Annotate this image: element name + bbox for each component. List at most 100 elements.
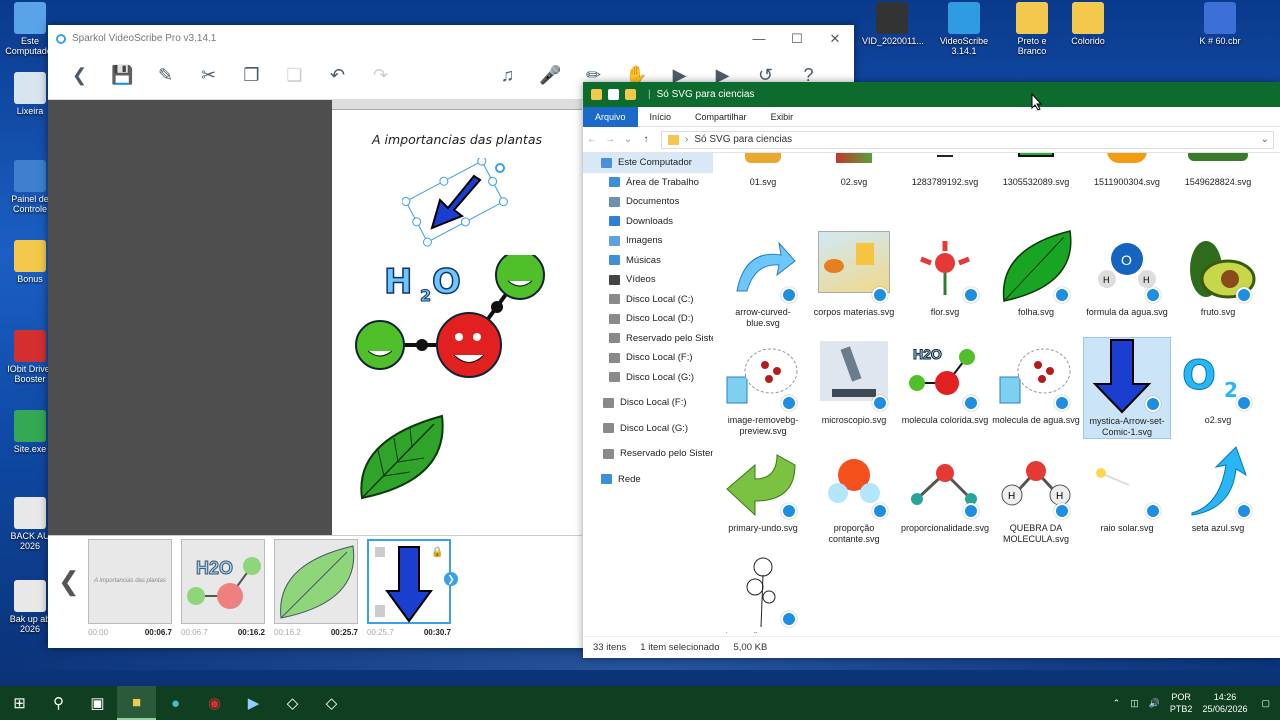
save-icon[interactable]: 💾	[101, 65, 144, 86]
videoscribe-taskbar-icon[interactable]: ▶	[234, 686, 273, 720]
clock[interactable]: 14:26 25/06/2026	[1202, 691, 1247, 715]
file-name: arrow-curved-blue.svg	[735, 307, 791, 328]
canvas-area[interactable]: A importancias das plantas H 2 O	[48, 100, 582, 535]
back-arrow-icon[interactable]: ←	[583, 134, 601, 145]
task-view-icon[interactable]: ▣	[78, 686, 117, 720]
nav-item[interactable]: Imagens	[583, 231, 713, 251]
nav-item[interactable]: Este Computador	[583, 153, 713, 173]
timeline-thumbnail[interactable]: A importancias das plantas	[88, 539, 172, 624]
app2-icon[interactable]: ◇	[312, 686, 351, 720]
timeline-thumbnail[interactable]: H2O	[181, 539, 265, 624]
timeline-prev-icon[interactable]: ❮	[58, 566, 80, 597]
file-item[interactable]: vintage-flowers-rose-3.svg	[719, 553, 807, 633]
nav-item[interactable]: Disco Local (G:)	[583, 419, 713, 439]
tab-arquivo[interactable]: Arquivo	[583, 106, 638, 127]
nav-item[interactable]: Reservado pelo Sistema	[583, 444, 713, 464]
nav-item[interactable]: Disco Local (C:)	[583, 290, 713, 310]
file-item[interactable]: 1283789192.svg	[901, 153, 989, 188]
file-item[interactable]: fruto.svg	[1174, 229, 1262, 318]
redo-icon[interactable]: ↷	[359, 65, 402, 86]
nav-item[interactable]: Músicas	[583, 251, 713, 271]
thumb-end-time: 00:25.7	[330, 628, 358, 637]
undo-icon[interactable]: ↶	[316, 65, 359, 86]
file-item[interactable]: primary-undo.svg	[719, 445, 807, 534]
file-item[interactable]: microscopio.svg	[810, 337, 898, 426]
nav-item[interactable]: Vídeos	[583, 270, 713, 290]
timeline-thumbnail[interactable]: 🔒	[367, 539, 451, 624]
driver-booster-icon[interactable]: ◉	[195, 686, 234, 720]
file-item[interactable]: O H Hformula da agua.svg	[1083, 229, 1171, 318]
nav-item[interactable]: Área de Trabalho	[583, 173, 713, 193]
nav-item[interactable]: Documentos	[583, 192, 713, 212]
file-item[interactable]: molecula de agua.svg	[992, 337, 1080, 426]
file-item[interactable]: 1511900304.svg	[1083, 153, 1171, 188]
app-icon[interactable]: ◇	[273, 686, 312, 720]
file-item[interactable]: mystica-Arrow-set-Comic-1.svg	[1083, 337, 1171, 439]
desktop-icon[interactable]: VideoScribe 3.14.1	[934, 2, 994, 56]
file-item[interactable]: 1549628824.svg	[1174, 153, 1262, 188]
desktop-icon[interactable]: VID_2020011...	[862, 2, 924, 46]
file-item[interactable]: 1305532089.svg	[992, 153, 1080, 188]
notification-icon[interactable]: ▢	[1261, 698, 1270, 709]
language-indicator[interactable]: POR PTB2	[1170, 691, 1193, 715]
file-item[interactable]: seta azul.svg	[1174, 445, 1262, 534]
desktop-icon[interactable]: Colorido	[1058, 2, 1118, 46]
canvas-title[interactable]: A importancias das plantas	[332, 132, 582, 147]
file-item[interactable]: image-removebg-preview.svg	[719, 337, 807, 437]
file-item[interactable]: proporção contante.svg	[810, 445, 898, 545]
file-item[interactable]: H2O molecula colorida.svg	[901, 337, 989, 426]
file-item[interactable]: O 2 o2.svg	[1174, 337, 1262, 426]
file-item[interactable]: raio solar.svg	[1083, 445, 1171, 534]
nav-item[interactable]: Disco Local (F:)	[583, 393, 713, 413]
canvas-blue-arrow[interactable]	[402, 158, 512, 248]
copy-icon[interactable]: ❐	[230, 65, 273, 86]
maximize-button[interactable]: ☐	[778, 25, 816, 52]
close-button[interactable]: ✕	[816, 25, 854, 52]
tab-exibir[interactable]: Exibir	[759, 112, 806, 122]
canvas-h2o-molecule[interactable]: H 2 O	[354, 255, 554, 395]
nav-item[interactable]: Downloads	[583, 212, 713, 232]
cut-icon[interactable]: ✂	[187, 65, 230, 86]
nav-item[interactable]: Reservado pelo Sistema	[583, 329, 713, 349]
search-icon[interactable]: ⚲	[39, 686, 78, 720]
edge-icon[interactable]: ●	[156, 686, 195, 720]
file-item[interactable]: flor.svg	[901, 229, 989, 318]
forward-arrow-icon[interactable]: →	[601, 134, 619, 145]
file-item[interactable]: proporcionalidade.svg	[901, 445, 989, 534]
file-explorer-icon[interactable]: ■	[117, 686, 156, 720]
music-icon[interactable]: ♫	[486, 65, 529, 86]
new-folder-icon[interactable]	[625, 89, 636, 100]
network-icon[interactable]: ◫	[1130, 698, 1139, 709]
file-item[interactable]: corpos materias.svg	[810, 229, 898, 318]
nav-item[interactable]: Rede	[583, 470, 713, 490]
timeline-thumbnail[interactable]	[274, 539, 358, 624]
chevron-down-icon[interactable]: ⌄	[619, 134, 637, 145]
nav-item[interactable]: Disco Local (D:)	[583, 309, 713, 329]
paste-icon[interactable]: ❏	[273, 65, 316, 86]
tab-compartilhar[interactable]: Compartilhar	[683, 112, 759, 122]
nav-item[interactable]: Disco Local (F:)	[583, 348, 713, 368]
address-dropdown-icon[interactable]: ⌄	[1261, 134, 1269, 145]
file-item[interactable]: folha.svg	[992, 229, 1080, 318]
desktop-icon[interactable]: K # 60.cbr	[1190, 2, 1250, 46]
properties-icon[interactable]	[608, 89, 619, 100]
tray-chevron-icon[interactable]: ⌃	[1113, 698, 1121, 709]
address-bar[interactable]: › Só SVG para ciencias ⌄	[661, 130, 1274, 149]
file-item[interactable]: 02.svg	[810, 153, 898, 188]
minimize-button[interactable]: —	[740, 25, 778, 52]
file-item[interactable]: arrow-curved-blue.svg	[719, 229, 807, 329]
file-item[interactable]: 01.svg	[719, 153, 807, 188]
canvas-page[interactable]: A importancias das plantas H 2 O	[332, 110, 582, 535]
timeline-next-icon[interactable]: ❯	[444, 572, 458, 586]
microphone-icon[interactable]: 🎤	[529, 65, 572, 86]
desktop-icon[interactable]: Preto e Branco	[1002, 2, 1062, 56]
tab-inicio[interactable]: Início	[638, 112, 684, 122]
save-as-icon[interactable]: ✎	[144, 65, 187, 86]
volume-icon[interactable]: 🔊	[1149, 698, 1160, 709]
start-icon[interactable]: ⊞	[0, 686, 39, 720]
file-item[interactable]: H H QUEBRA DA MOLECULA.svg	[992, 445, 1080, 545]
canvas-leaf[interactable]	[354, 410, 449, 505]
up-arrow-icon[interactable]: ↑	[637, 134, 655, 145]
back-icon[interactable]: ❮	[58, 65, 101, 86]
nav-item[interactable]: Disco Local (G:)	[583, 368, 713, 388]
